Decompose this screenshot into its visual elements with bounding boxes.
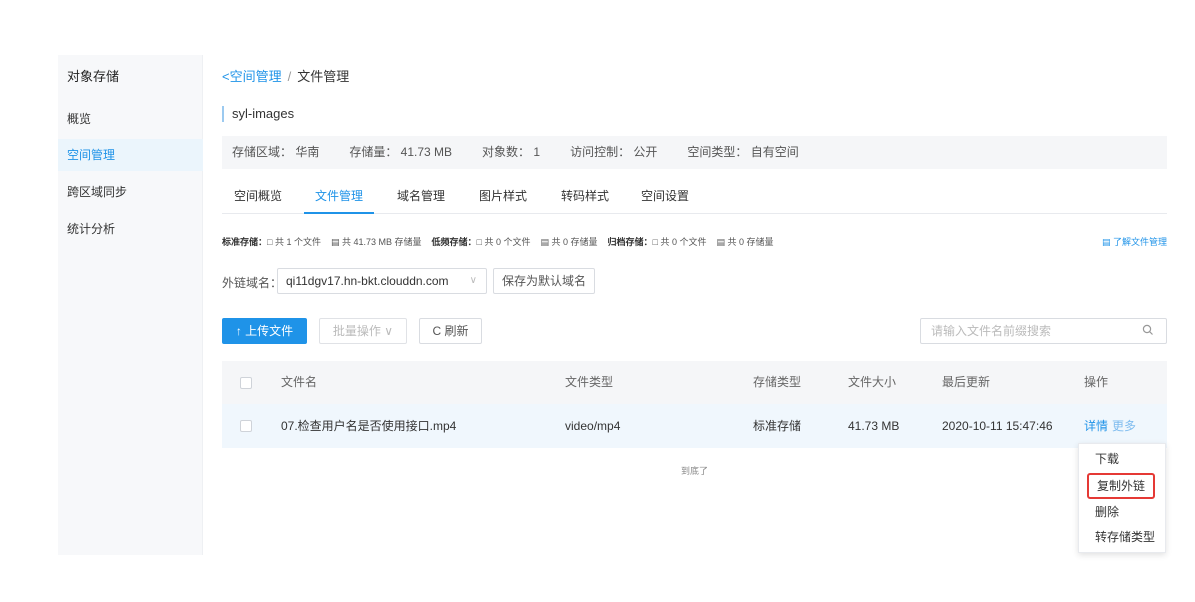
info-objects: 对象数： 1 (482, 145, 541, 159)
table-row[interactable]: 07.检查用户名是否使用接口.mp4 video/mp4 标准存储 41.73 … (222, 404, 1167, 448)
tab-transcode-styles[interactable]: 转码样式 (561, 186, 609, 214)
tab-file-management[interactable]: 文件管理 (304, 186, 375, 214)
sidebar-item-space-management[interactable]: 空间管理 (58, 139, 203, 171)
row-file-size: 41.73 MB (848, 419, 900, 433)
select-all-checkbox[interactable] (240, 377, 252, 389)
row-actions: 详情 更多 (1084, 404, 1136, 448)
info-access: 访问控制： 公开 (570, 145, 658, 159)
sidebar-title: 对象存储 (67, 69, 120, 84)
refresh-button[interactable]: C 刷新 (419, 318, 482, 344)
table-header: 文件名 文件类型 存储类型 文件大小 最后更新 操作 (222, 361, 1167, 404)
menu-item-delete[interactable]: 删除 (1079, 499, 1167, 525)
row-file-type: video/mp4 (565, 419, 621, 433)
search-icon[interactable] (1142, 324, 1154, 336)
bucket-name: syl-images (222, 106, 294, 122)
stats-archive-size: 共 0 存储量 (727, 237, 774, 247)
upload-label: 上传文件 (245, 324, 294, 338)
sidebar-item-cross-region-sync[interactable]: 跨区域同步 (58, 176, 203, 208)
header-last-updated: 最后更新 (942, 375, 991, 389)
breadcrumb-back-link[interactable]: <空间管理 (222, 69, 282, 84)
chevron-down-icon: ∨ (380, 324, 394, 338)
tab-image-styles[interactable]: 图片样式 (479, 186, 527, 214)
end-of-list-text: 到底了 (680, 466, 708, 476)
tab-bar: 空间概览 文件管理 域名管理 图片样式 转码样式 空间设置 (222, 186, 1167, 214)
stats-low-files: 共 0 个文件 (484, 237, 531, 247)
search-box (920, 318, 1167, 344)
domain-select[interactable]: qi11dgv17.hn-bkt.clouddn.com ∨ (277, 268, 487, 294)
header-actions: 操作 (1084, 375, 1109, 389)
refresh-icon: C (432, 324, 445, 338)
header-file-name: 文件名 (281, 375, 318, 389)
bucket-info-bar: 存储区域： 华南 存储量： 41.73 MB 对象数： 1 访问控制： 公开 空间类型：… (222, 136, 1167, 169)
tab-domain-management[interactable]: 域名管理 (397, 186, 445, 214)
stats-archive-files: 共 0 个文件 (660, 237, 707, 247)
sidebar-item-overview[interactable]: 概览 (58, 103, 203, 135)
stats-low-label: 低频存储： (431, 237, 477, 247)
stats-archive-label: 归档存储： (607, 237, 653, 247)
storage-icon: ▤ (716, 237, 728, 247)
sidebar-item-statistics[interactable]: 统计分析 (58, 213, 203, 245)
menu-item-change-storage-type[interactable]: 转存储类型 (1079, 524, 1167, 550)
breadcrumb-back-label: 空间管理 (229, 69, 282, 84)
info-space-type: 空间类型： 自有空间 (687, 145, 799, 159)
refresh-label: 刷新 (444, 324, 469, 338)
row-storage-type: 标准存储 (753, 419, 802, 433)
menu-item-download[interactable]: 下载 (1079, 446, 1167, 472)
stats-standard-files: 共 1 个文件 (274, 237, 321, 247)
info-region: 存储区域： 华南 (232, 145, 320, 159)
breadcrumb-separator: / (287, 69, 292, 84)
header-storage-type: 存储类型 (753, 375, 802, 389)
sidebar: 对象存储 概览 空间管理 跨区域同步 统计分析 (58, 55, 203, 555)
tab-space-overview[interactable]: 空间概览 (234, 186, 282, 214)
save-default-domain-button[interactable]: 保存为默认域名 (493, 268, 595, 294)
stats-standard-label: 标准存储： (222, 237, 268, 247)
info-storage: 存储量： 41.73 MB (349, 145, 453, 159)
document-icon: ▤ (1101, 237, 1113, 247)
chevron-down-icon: ∨ (469, 275, 477, 286)
breadcrumb-current: 文件管理 (297, 69, 350, 84)
stats-low-size: 共 0 存储量 (551, 237, 598, 247)
storage-icon: ▤ (330, 237, 342, 247)
header-file-size: 文件大小 (848, 375, 897, 389)
upload-file-button[interactable]: ↑ 上传文件 (222, 318, 307, 344)
domain-label: 外链域名： (222, 276, 283, 290)
batch-operation-button[interactable]: 批量操作 ∨ (319, 318, 407, 344)
more-link[interactable]: 更多 (1112, 419, 1136, 433)
menu-item-copy-link[interactable]: 复制外链 (1087, 473, 1155, 499)
learn-link-label: 了解文件管理 (1112, 237, 1167, 247)
header-file-type: 文件类型 (565, 375, 614, 389)
learn-file-management-link[interactable]: ▤ 了解文件管理 (1102, 235, 1167, 248)
breadcrumb: <空间管理 / 文件管理 (222, 66, 349, 85)
folder-icon: □ (267, 237, 275, 247)
more-actions-dropdown: 下载 复制外链 删除 转存储类型 (1078, 443, 1166, 553)
detail-link[interactable]: 详情 (1084, 419, 1108, 433)
tab-space-settings[interactable]: 空间设置 (641, 186, 689, 214)
batch-label: 批量操作 (332, 324, 381, 338)
storage-stats: 标准存储：□ 共 1 个文件 ▤ 共 41.73 MB 存储量 低频存储：□ 共 0… (222, 235, 774, 248)
chevron-left-icon: < (222, 69, 230, 84)
search-input[interactable] (921, 319, 1131, 343)
storage-icon: ▤ (540, 237, 552, 247)
arrow-up-icon: ↑ (235, 324, 246, 338)
row-file-name: 07.检查用户名是否使用接口.mp4 (281, 419, 457, 433)
row-last-updated: 2020-10-11 15:47:46 (942, 419, 1053, 433)
domain-select-value: qi11dgv17.hn-bkt.clouddn.com (286, 274, 449, 288)
row-checkbox[interactable] (240, 420, 252, 432)
stats-standard-size: 共 41.73 MB 存储量 (341, 237, 422, 247)
